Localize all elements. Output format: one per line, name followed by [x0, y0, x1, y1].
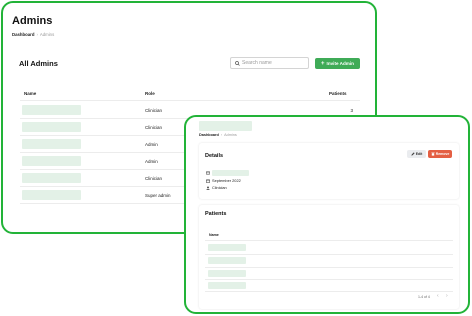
breadcrumb-current: Admins [224, 133, 237, 137]
role-line: Clinician [206, 185, 227, 190]
column-header-patients[interactable]: Patients [329, 91, 347, 96]
name-placeholder [22, 122, 81, 132]
role-cell: Clinician [145, 176, 163, 181]
role-cell: Clinician [145, 108, 163, 113]
role-text: Clinician [212, 185, 227, 190]
details-title: Details [205, 153, 224, 159]
breadcrumb-dashboard[interactable]: Dashboard [12, 32, 34, 37]
breadcrumb-dashboard[interactable]: Dashboard [199, 133, 219, 137]
plus-icon: + [321, 60, 325, 67]
user-role-icon [206, 186, 210, 190]
role-cell: Super admin [145, 193, 171, 198]
remove-label: Remove [435, 152, 450, 156]
header-divider [20, 100, 360, 101]
breadcrumb: Dashboard › Admins [12, 32, 54, 37]
page-title: Admins [12, 15, 53, 27]
role-cell: Admin [145, 142, 158, 147]
edit-label: Edit [415, 152, 423, 156]
previous-page-icon[interactable]: ‹ [437, 293, 439, 299]
name-placeholder [22, 139, 81, 149]
invite-admin-button[interactable]: + Invite Admin [315, 58, 360, 69]
patient-name-placeholder[interactable] [208, 257, 246, 264]
search-input[interactable] [242, 59, 306, 67]
calendar-icon [206, 179, 210, 183]
name-placeholder [22, 173, 81, 183]
email-placeholder [212, 170, 249, 176]
name-placeholder [22, 190, 81, 200]
patient-name-placeholder[interactable] [208, 270, 246, 277]
admin-detail-window: Dashboard › Admins Details Edit Remove Sep… [184, 115, 470, 314]
date-text: September 2022 [212, 178, 241, 183]
trash-icon [431, 152, 435, 156]
row-divider [205, 267, 453, 268]
search-input-wrapper[interactable] [230, 57, 309, 69]
patient-name-placeholder[interactable] [208, 282, 246, 289]
name-placeholder [22, 156, 81, 166]
email-line [206, 170, 249, 176]
next-page-icon[interactable]: › [446, 293, 448, 299]
breadcrumb: Dashboard › Admins [199, 133, 237, 137]
patients-cell: 3 [350, 108, 353, 113]
breadcrumb-separator: › [220, 133, 223, 137]
patients-title: Patients [205, 211, 227, 217]
pencil-icon [411, 152, 415, 156]
remove-button[interactable]: Remove [428, 150, 452, 158]
breadcrumb-separator: › [36, 32, 38, 37]
patients-header-divider [205, 240, 453, 241]
patient-name-placeholder[interactable] [208, 244, 246, 251]
row-divider [205, 254, 453, 255]
search-icon [235, 61, 240, 66]
card-title: All Admins [19, 59, 58, 68]
row-divider [205, 291, 453, 292]
mail-icon [206, 171, 210, 175]
invite-admin-label: Invite Admin [326, 61, 354, 66]
breadcrumb-current: Admins [39, 32, 55, 37]
row-divider [205, 279, 453, 280]
pagination-range: 1-4 of 4 [418, 295, 430, 299]
edit-button[interactable]: Edit [407, 150, 426, 158]
name-placeholder [22, 105, 81, 115]
column-header-name[interactable]: Name [24, 91, 36, 96]
date-line: September 2022 [206, 178, 241, 183]
role-cell: Clinician [145, 125, 163, 130]
patients-column-header-name[interactable]: Name [209, 233, 219, 237]
column-header-role[interactable]: Role [145, 91, 155, 96]
admin-name-placeholder [199, 121, 252, 131]
role-cell: Admin [145, 159, 158, 164]
